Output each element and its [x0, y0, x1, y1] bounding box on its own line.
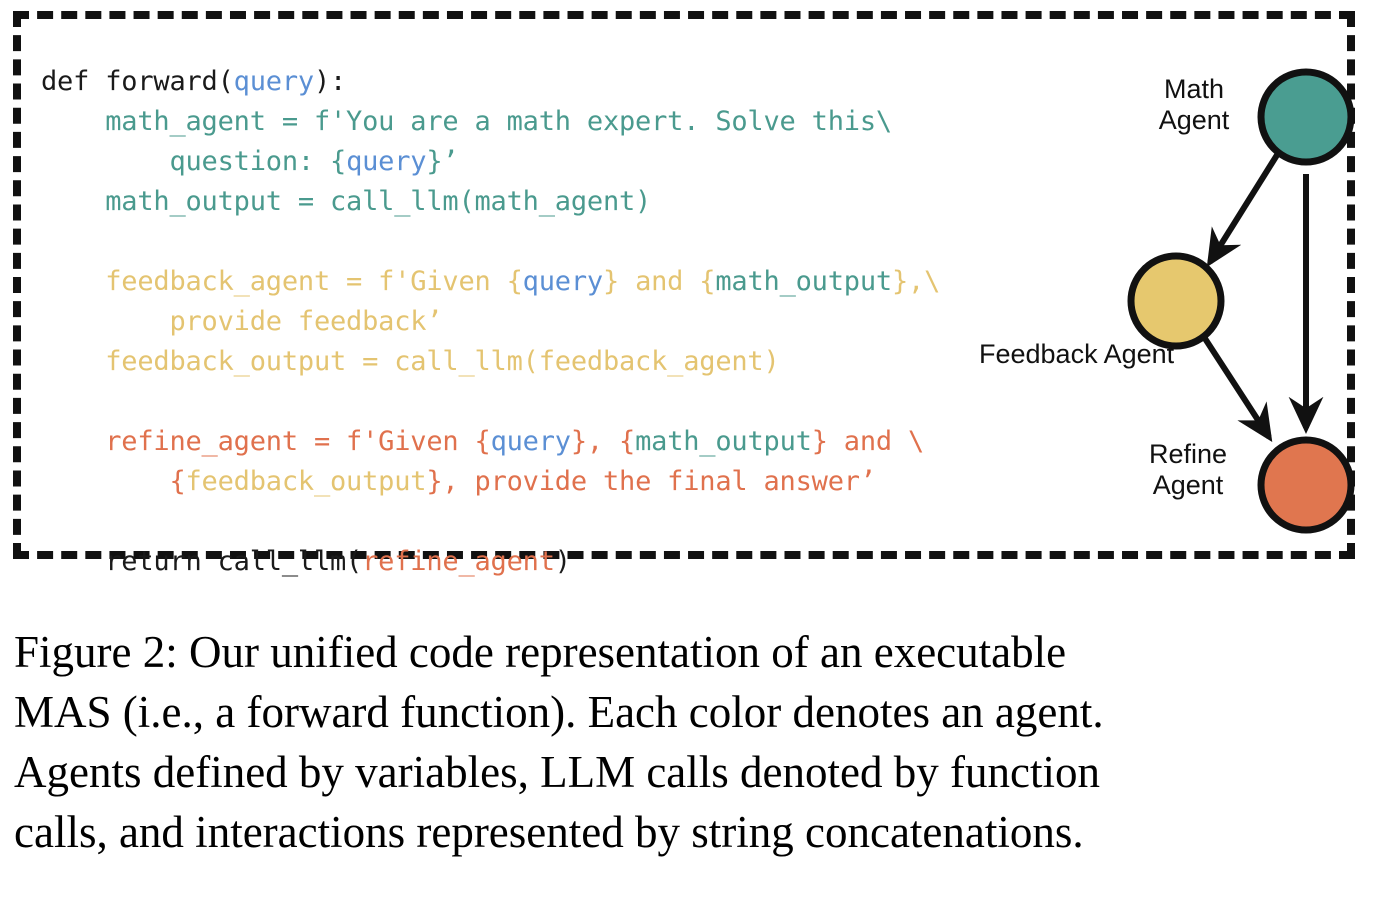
code-token: }, provide the final answer’	[426, 466, 876, 497]
code-token: def forward(	[41, 66, 234, 97]
node-label-feedback-agent: Feedback Agent	[979, 339, 1175, 369]
edge-math-to-feedback	[1206, 153, 1280, 268]
node-label-math-agent: Math Agent	[1158, 74, 1230, 135]
code-line: def forward(query):	[41, 62, 940, 102]
code-token: }’	[426, 146, 459, 177]
code-token: )	[554, 546, 571, 577]
node-feedback-agent	[1127, 252, 1225, 350]
code-token: query	[346, 146, 427, 177]
node-math-agent	[1257, 68, 1355, 166]
code-token: query	[522, 266, 603, 297]
code-line: return call_llm(refine_agent)	[41, 542, 940, 582]
code-token: } and {	[602, 266, 716, 297]
code-line: question: {query}’	[41, 142, 940, 182]
code-token: feedback_agent = f'Given {	[41, 266, 523, 297]
code-token: math_agent = f'You are a math expert. So…	[41, 106, 892, 137]
code-line: math_output = call_llm(math_agent)	[41, 182, 940, 222]
code-line: feedback_output = call_llm(feedback_agen…	[41, 342, 940, 382]
code-token: math_output	[635, 426, 812, 457]
node-label-refine-agent: Refine Agent	[1148, 439, 1228, 500]
code-token: feedback_output = call_llm(feedback_agen…	[41, 346, 780, 377]
code-token: refine_agent = f'Given {	[41, 426, 491, 457]
code-token: },\	[891, 266, 941, 297]
code-token: } and \	[811, 426, 925, 457]
agent-graph: Math Agent Feedback Agent Refine Agent	[961, 19, 1361, 567]
code-token: query	[490, 426, 571, 457]
code-line: refine_agent = f'Given {query}, {math_ou…	[41, 422, 940, 462]
figure-caption: Figure 2: Our unified code representatio…	[14, 627, 1104, 857]
code-token: query	[233, 66, 314, 97]
code-block: def forward(query): math_agent = f'You a…	[41, 62, 940, 582]
code-line: {feedback_output}, provide the final ans…	[41, 462, 940, 502]
code-line: math_agent = f'You are a math expert. So…	[41, 102, 940, 142]
code-token: math_output	[715, 266, 892, 297]
code-line: provide feedback’	[41, 302, 940, 342]
code-token: feedback_output	[185, 466, 427, 497]
code-token: refine_agent	[362, 546, 555, 577]
figure-dashed-frame: def forward(query): math_agent = f'You a…	[13, 11, 1355, 577]
code-token: return call_llm(	[41, 546, 363, 577]
code-token: provide feedback’	[41, 306, 443, 337]
code-token: question: {	[41, 146, 347, 177]
code-line: feedback_agent = f'Given {query} and {ma…	[41, 262, 940, 302]
code-token: }, {	[570, 426, 636, 457]
code-token: math_output = call_llm(math_agent)	[41, 186, 652, 217]
node-refine-agent	[1257, 436, 1355, 534]
code-token: ):	[313, 66, 347, 97]
code-token: {	[41, 466, 186, 497]
